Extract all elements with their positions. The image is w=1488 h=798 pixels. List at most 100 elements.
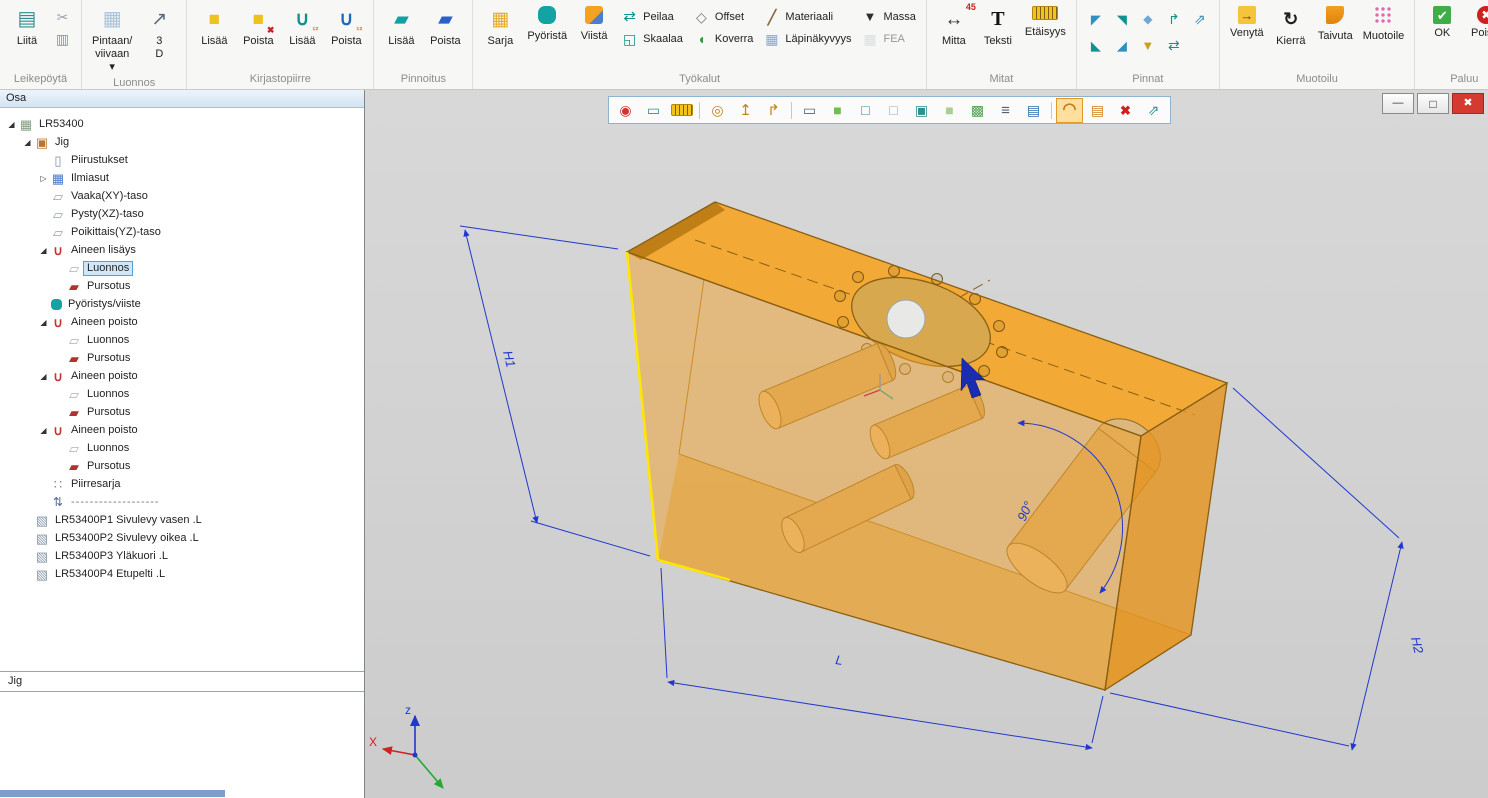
ribbon-button-lis[interactable]: ∪¹²Lisää [280, 2, 324, 48]
tree-item-poikittais-yz-taso[interactable]: ▱Poikittais(YZ)-taso [0, 223, 364, 241]
viewport-tool-view-hidden[interactable]: □ [880, 98, 907, 123]
maximize-button[interactable]: □ [1417, 93, 1449, 114]
transparency-icon: ▦ [763, 30, 780, 47]
ribbon-button-poistu[interactable]: ✖Poistu [1464, 2, 1488, 40]
ribbon-button-srf-6[interactable]: ◣ [1084, 34, 1108, 56]
ribbon-button-materiaali[interactable]: ╱Materiaali [761, 8, 853, 25]
viewport-tool-select-area[interactable]: ▭ [640, 98, 667, 123]
minimize-button[interactable]: — [1382, 93, 1414, 114]
viewport-tool-export-view[interactable]: ⇗ [1140, 98, 1167, 123]
tree-item-pursotus[interactable]: ▰Pursotus [0, 277, 364, 295]
tree-item-blank[interactable]: ⇅------------------- [0, 493, 364, 511]
ribbon-button-fea[interactable]: ▦FEA [859, 30, 917, 47]
viewport[interactable]: H1 L H2 90° z X ◉▭◎↥↱▭■□□▣■▩≡▤◠▤✖⇗ —□✖ [365, 90, 1488, 798]
viewport-tool-view-wire[interactable]: □ [852, 98, 879, 123]
tree-item-aineen-poisto[interactable]: ◢∪Aineen poisto [0, 421, 364, 439]
tree-expander[interactable]: ◢ [38, 246, 49, 255]
ribbon-button-srf-2[interactable]: ◥ [1110, 8, 1134, 30]
viewport-tool-pin[interactable]: ◉ [612, 98, 639, 123]
tree-item-aineen-poisto[interactable]: ◢∪Aineen poisto [0, 367, 364, 385]
tree-item-lr53400p1-sivulevy-vasen-l[interactable]: ▧LR53400P1 Sivulevy vasen .L [0, 511, 364, 529]
ribbon-button-venyt[interactable]: →Venytä [1225, 2, 1269, 40]
viewport-3d[interactable]: H1 L H2 90° z X [365, 90, 1488, 798]
viewport-tool-view-list[interactable]: ≡ [992, 98, 1019, 123]
tree-expander[interactable]: ▷ [38, 174, 49, 183]
ribbon-button-offset[interactable]: ◇Offset [691, 8, 756, 25]
ribbon-button-taivuta[interactable]: Taivuta [1313, 2, 1358, 43]
viewport-tool-surface-mode[interactable]: ◠ [1056, 98, 1083, 123]
tree-item-piirresarja[interactable]: ∷Piirresarja [0, 475, 364, 493]
ribbon-button-peilaa[interactable]: ⇄Peilaa [619, 8, 685, 25]
ribbon-button-sarja[interactable]: ▦Sarja [478, 2, 522, 48]
tree-item-piirustukset[interactable]: ▯Piirustukset [0, 151, 364, 169]
horizontal-scrollbar[interactable] [0, 790, 225, 797]
ribbon-button-et-isyys[interactable]: Etäisyys [1020, 2, 1071, 39]
tree-item-py-ristys-viiste[interactable]: Pyöristys/viiste [0, 295, 364, 313]
ribbon-button-cut[interactable]: ✂ [52, 8, 73, 25]
ribbon-button-teksti[interactable]: TTeksti [976, 2, 1020, 48]
ribbon-button-pintaan-viivaan[interactable]: ▦Pintaan/ viivaan ▾ [87, 2, 137, 75]
ribbon-button-srf-1[interactable]: ◤ [1084, 8, 1108, 30]
viewport-tool-delete-element[interactable]: ✖ [1112, 98, 1139, 123]
ribbon-button-srf-4[interactable]: ↱ [1162, 8, 1186, 30]
ribbon-button-muotoile[interactable]: Muotoile [1358, 2, 1410, 43]
tree-item-luonnos[interactable]: ▱Luonnos [0, 439, 364, 457]
tree-item-luonnos[interactable]: ▱Luonnos [0, 331, 364, 349]
ribbon-button-koverra[interactable]: ◖Koverra [691, 30, 756, 47]
ribbon-button-lis[interactable]: ▰Lisää [379, 2, 423, 48]
tree-expander[interactable]: ◢ [6, 120, 17, 129]
ribbon-button-liit[interactable]: ▤Liitä [5, 2, 49, 48]
viewport-tool-view-copy[interactable]: ▤ [1020, 98, 1047, 123]
tree-expander[interactable]: ◢ [38, 318, 49, 327]
viewport-tool-snap-center[interactable]: ◎ [704, 98, 731, 123]
tree-item-ilmiasut[interactable]: ▷▦Ilmiasut [0, 169, 364, 187]
viewport-tool-view-shade[interactable]: ■ [936, 98, 963, 123]
tree-expander[interactable]: ◢ [22, 138, 33, 147]
viewport-tool-plane-mode[interactable]: ▤ [1084, 98, 1111, 123]
tree-item-pysty-xz-taso[interactable]: ▱Pysty(XZ)-taso [0, 205, 364, 223]
ribbon-button-ok[interactable]: ✔OK [1420, 2, 1464, 40]
ribbon-button-srf-5[interactable]: ⇗ [1188, 8, 1212, 30]
tree-item-pursotus[interactable]: ▰Pursotus [0, 349, 364, 367]
ribbon-button-srf-3[interactable]: ◆ [1136, 8, 1160, 30]
viewport-tool-view-shaded-edges[interactable]: ▣ [908, 98, 935, 123]
tree-expander[interactable]: ◢ [38, 372, 49, 381]
ribbon-button-srf-7[interactable]: ◢ [1110, 34, 1134, 56]
ribbon-button-l-pin-kyvyys[interactable]: ▦Läpinäkyvyys [761, 30, 853, 47]
tree-item-lr53400p2-sivulevy-oikea-l[interactable]: ▧LR53400P2 Sivulevy oikea .L [0, 529, 364, 547]
ribbon-button-mitta[interactable]: ↔45Mitta [932, 2, 976, 48]
tree-item-pursotus[interactable]: ▰Pursotus [0, 403, 364, 421]
tree-item-jig[interactable]: ◢▣Jig [0, 133, 364, 151]
tree-item-pursotus[interactable]: ▰Pursotus [0, 457, 364, 475]
ribbon-button-kierr[interactable]: ↻Kierrä [1269, 2, 1313, 48]
tree-item-vaaka-xy-taso[interactable]: ▱Vaaka(XY)-taso [0, 187, 364, 205]
tree-item-luonnos[interactable]: ▱Luonnos [0, 385, 364, 403]
tree-item-lr53400p3-yl-kuori-l[interactable]: ▧LR53400P3 Yläkuori .L [0, 547, 364, 565]
ribbon-button-copy[interactable]: ▥ [52, 30, 73, 47]
viewport-tool-snap-vertical[interactable]: ↥ [732, 98, 759, 123]
ribbon-button-srf-8[interactable]: ▼ [1136, 34, 1160, 56]
ribbon-button-massa[interactable]: ▼Massa [859, 8, 917, 25]
tree-item-luonnos[interactable]: ▱Luonnos [0, 259, 364, 277]
viewport-tool-view-solid[interactable]: ■ [824, 98, 851, 123]
viewport-tool-pick-face[interactable]: ▭ [796, 98, 823, 123]
ribbon-button-poista[interactable]: ∪¹²Poista [324, 2, 368, 48]
tree-expander[interactable]: ◢ [38, 426, 49, 435]
ribbon-button-lis[interactable]: ■Lisää [192, 2, 236, 48]
ribbon-button-viist[interactable]: Viistä [572, 2, 616, 43]
tree-item-lr53400[interactable]: ◢▦LR53400 [0, 115, 364, 133]
ribbon-button-poista[interactable]: ▰Poista [423, 2, 467, 48]
ribbon-button-skaalaa[interactable]: ◱Skaalaa [619, 30, 685, 47]
tree-item-aineen-poisto[interactable]: ◢∪Aineen poisto [0, 313, 364, 331]
tree-item-aineen-lis-ys[interactable]: ◢∪Aineen lisäys [0, 241, 364, 259]
ribbon-button-3-d[interactable]: ↗3 D [137, 2, 181, 61]
viewport-tool-view-light[interactable]: ▩ [964, 98, 991, 123]
ribbon-button-poista[interactable]: ■✖Poista [236, 2, 280, 48]
ribbon-button-srf-9[interactable]: ⇄ [1162, 34, 1186, 56]
viewport-tool-snap-corner[interactable]: ↱ [760, 98, 787, 123]
ribbon-button-py-rist[interactable]: Pyöristä [522, 2, 572, 43]
close-button[interactable]: ✖ [1452, 93, 1484, 114]
part-name-field[interactable]: Jig [0, 671, 364, 692]
tree-item-lr53400p4-etupelti-l[interactable]: ▧LR53400P4 Etupelti .L [0, 565, 364, 583]
viewport-tool-measure-ruler[interactable] [668, 98, 695, 123]
